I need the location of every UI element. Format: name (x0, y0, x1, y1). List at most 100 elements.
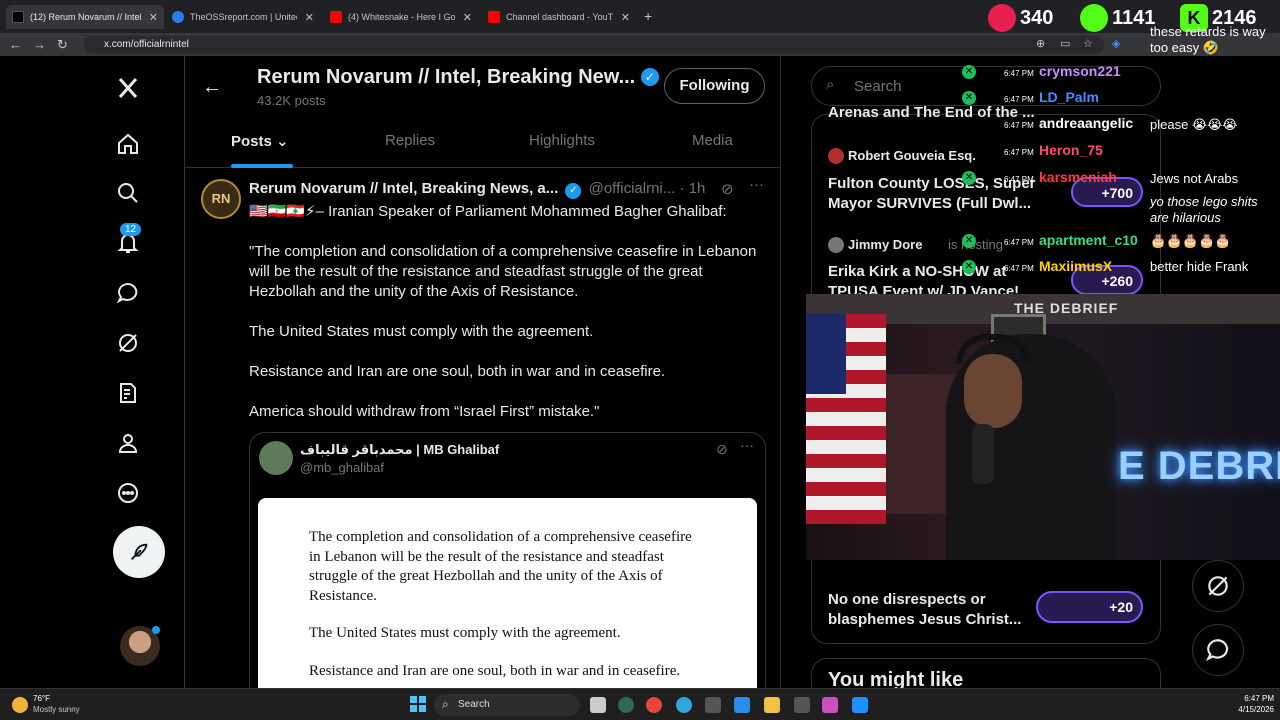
tweet-header: Rerum Novarum // Intel, Breaking News, a… (249, 180, 769, 199)
file-explorer-icon[interactable] (764, 697, 780, 713)
chat-username: karsmeniah (1039, 169, 1117, 185)
chat-time: 6:47 PM (1004, 175, 1034, 184)
windows-start-icon[interactable] (410, 696, 426, 712)
close-icon[interactable]: ✕ (305, 11, 314, 24)
chat-message: please 😭😭😭 (1150, 117, 1238, 132)
space-title[interactable]: Arenas and The End of the ... (828, 104, 1035, 121)
grok-button[interactable] (1192, 560, 1244, 612)
kick-logo-icon (988, 4, 1016, 32)
tab-highlights[interactable]: Highlights (529, 132, 595, 149)
grok-icon (1208, 576, 1228, 596)
grok-icon[interactable]: ⊘ (721, 180, 734, 198)
new-tab-button[interactable]: + (644, 8, 652, 24)
quote-document-image[interactable]: The completion and consolidation of a co… (258, 498, 757, 688)
url-input[interactable]: x.com/officialrnintel (84, 36, 1104, 54)
chat-badge-icon: ✕ (962, 65, 976, 79)
forward-arrow-icon[interactable]: → (33, 37, 46, 52)
more-options-icon[interactable]: ··· (740, 437, 754, 453)
lists-icon[interactable] (114, 379, 142, 407)
tweet-line: 🇺🇸🇮🇷🇱🇧⚡– Iranian Speaker of Parliament M… (249, 203, 727, 220)
tweet-time[interactable]: · 1h (679, 180, 705, 197)
app-icon[interactable] (705, 697, 721, 713)
quote-tweet[interactable]: محمدباقر قالیباف | MB Ghalibaf @mb_ghali… (249, 432, 766, 688)
globe-favicon-icon (172, 11, 184, 23)
viewer-count-a: 340 (988, 0, 1053, 36)
quote-author[interactable]: محمدباقر قالیباف | MB Ghalibaf (300, 442, 499, 458)
tweet-author[interactable]: Rerum Novarum // Intel, Breaking News, a… (249, 180, 558, 197)
online-dot-icon (152, 626, 160, 634)
back-arrow-icon[interactable]: ← (202, 76, 222, 99)
chat-username: crymson221 (1039, 63, 1121, 79)
browser-tab[interactable]: TheOSSreport.com | United Sta ✕ (166, 5, 320, 29)
space-title[interactable]: No one disrespects or blasphemes Jesus Ch… (828, 590, 1021, 630)
notification-badge: 12 (120, 223, 142, 236)
following-button[interactable]: Following (664, 68, 765, 104)
reload-icon[interactable]: ↻ (57, 37, 68, 53)
browser-tab[interactable]: Channel dashboard - YouTube ✕ (482, 5, 636, 29)
compose-post-button[interactable] (113, 526, 165, 578)
weather-desc[interactable]: Mostly sunny (33, 705, 80, 714)
vscode-icon[interactable] (734, 697, 750, 713)
browser-tab[interactable]: (4) Whitesnake - Here I Go Aga ✕ (324, 5, 478, 29)
search-icon[interactable] (114, 179, 142, 207)
clock-date[interactable]: 4/15/2026 (1222, 705, 1274, 714)
home-icon[interactable] (114, 130, 142, 158)
tweet-handle[interactable]: @officialrni... (589, 180, 676, 197)
chat-message: these retards is way too easy 🤣 (1150, 24, 1266, 55)
wall-sign: THE DEBRIEF (1014, 300, 1119, 316)
extension-icon[interactable]: ◈ (1112, 37, 1120, 50)
tab-replies[interactable]: Replies (385, 132, 435, 149)
chat-username: andreaangelic (1039, 115, 1134, 131)
messages-button[interactable] (1192, 624, 1244, 676)
chat-username: LD_Palm (1039, 89, 1099, 105)
more-icon[interactable] (114, 479, 142, 507)
tab-title: (4) Whitesnake - Here I Go Aga (348, 12, 455, 22)
close-icon[interactable]: ✕ (149, 11, 158, 24)
browser-tab[interactable]: (12) Rerum Novarum // Intel, B ✕ (6, 5, 164, 29)
back-arrow-icon[interactable]: ← (9, 37, 22, 52)
chat-time: 6:47 PM (1004, 95, 1034, 104)
webcam-feed: THE DEBRIEF E DEBRIEF (806, 294, 1280, 560)
quote-handle[interactable]: @mb_ghalibaf (300, 460, 384, 475)
tweet-paragraph: America should withdraw from “Israel Fir… (249, 403, 600, 420)
host-name[interactable]: Jimmy Dore is hosting (848, 237, 1003, 252)
grok-icon[interactable]: ⊘ (716, 441, 728, 458)
clock-time[interactable]: 6:47 PM (1230, 694, 1274, 703)
weather-temp[interactable]: 76°F (33, 694, 50, 703)
install-icon[interactable]: ▭ (1060, 37, 1070, 50)
zoom-icon[interactable]: ⊕ (1036, 37, 1045, 50)
task-view-icon[interactable] (590, 697, 606, 713)
chrome-icon[interactable] (646, 697, 662, 713)
profile-icon[interactable] (114, 429, 142, 457)
chat-time: 6:47 PM (1004, 69, 1034, 78)
listener-count[interactable]: +20 (1036, 591, 1143, 623)
notifications-icon[interactable]: 12 (114, 223, 142, 257)
document-paragraph: Resistance and Iran are one soul, both i… (309, 662, 681, 679)
app-icon[interactable] (822, 697, 838, 713)
flag-canton (806, 314, 846, 394)
app-icon[interactable] (618, 697, 634, 713)
chat-badge-icon: ✕ (962, 91, 976, 105)
telegram-icon[interactable] (676, 697, 692, 713)
star-icon[interactable]: ☆ (1083, 37, 1093, 50)
host-name[interactable]: Robert Gouveia Esq. (848, 148, 976, 163)
chat-time: 6:47 PM (1004, 238, 1034, 247)
more-options-icon[interactable]: ··· (749, 176, 764, 193)
app-icon[interactable] (852, 697, 868, 713)
close-icon[interactable]: ✕ (621, 11, 630, 24)
messages-icon[interactable] (114, 279, 142, 307)
weather-sun-icon (12, 697, 28, 713)
close-icon[interactable]: ✕ (463, 11, 472, 24)
tab-posts[interactable]: Posts ⌄ (231, 132, 289, 150)
tweet-avatar[interactable]: RN (201, 179, 241, 219)
x-logo-icon[interactable] (114, 74, 142, 102)
account-avatar[interactable] (120, 626, 160, 666)
grok-icon[interactable] (114, 329, 142, 357)
chat-message: 🎂🎂🎂🎂🎂 (1150, 233, 1231, 248)
quote-avatar[interactable] (259, 441, 293, 475)
tab-media[interactable]: Media (692, 132, 733, 149)
chat-username: apartment_c10 (1039, 232, 1138, 248)
app-icon[interactable] (794, 697, 810, 713)
taskbar-search[interactable]: ⌕ Search (434, 694, 580, 716)
youtube-favicon-icon (330, 11, 342, 23)
